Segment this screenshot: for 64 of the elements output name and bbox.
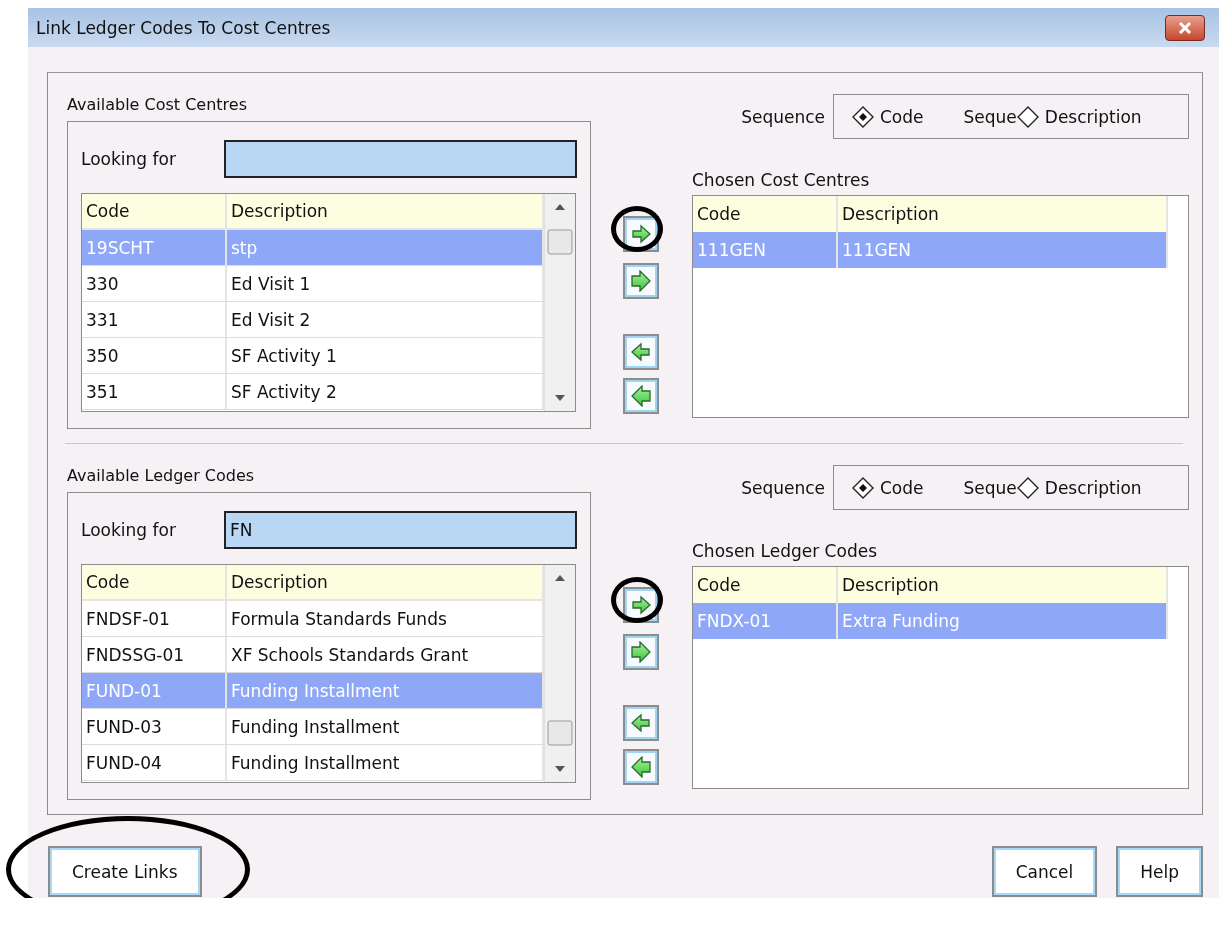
left-arrow-icon: [630, 341, 652, 363]
dialog-button[interactable]: Help: [1116, 846, 1203, 897]
right-arrow-icon: [630, 270, 652, 292]
dialog-button[interactable]: Cancel: [991, 846, 1098, 897]
sequence-label: Sequence: [741, 106, 825, 127]
radio-icon[interactable]: [1016, 105, 1039, 128]
table-row[interactable]: 351 SF Activity 2: [82, 374, 544, 410]
table-cell: 111GEN: [838, 232, 1168, 268]
radio-icon[interactable]: [852, 105, 874, 128]
column-header[interactable]: Code: [82, 565, 227, 599]
table-row[interactable]: 330 Ed Visit 1: [82, 266, 544, 302]
group-title: Chosen Cost Centres: [692, 170, 871, 190]
scrollbar[interactable]: [544, 565, 575, 782]
remove-button[interactable]: [623, 705, 659, 741]
left-arrow-icon: [630, 756, 652, 778]
group-title: Available Ledger Codes: [67, 466, 256, 486]
add-all-button[interactable]: [623, 634, 659, 670]
right-arrow-icon: [630, 641, 652, 663]
left-arrow-icon: [630, 385, 652, 407]
table-cell: FNDX-01: [693, 603, 838, 639]
radio-label: Seque: [963, 477, 1017, 498]
table-cell: FUND-01: [82, 673, 227, 708]
right-arrow-icon: [630, 223, 652, 245]
field-label: Looking for: [81, 520, 177, 540]
table-row[interactable]: 350 SF Activity 1: [82, 338, 544, 374]
table-cell: 330: [82, 266, 227, 301]
add-all-button[interactable]: [623, 263, 659, 299]
close-icon: [1178, 21, 1192, 34]
remove-button[interactable]: [623, 334, 659, 370]
table-row[interactable]: FNDSF-01 Formula Standards Funds: [82, 601, 544, 637]
scrollbar[interactable]: [544, 194, 575, 411]
table-row[interactable]: FUND-04 Funding Installment: [82, 745, 544, 781]
radio-option[interactable]: Description: [1016, 476, 1142, 499]
left-arrow-icon: [630, 712, 652, 734]
field-label: Looking for: [81, 149, 177, 169]
remove-all-button[interactable]: [623, 749, 659, 785]
radio-icon[interactable]: [1016, 476, 1039, 499]
table-cell: 351: [82, 374, 227, 409]
search-field[interactable]: [224, 140, 577, 178]
radio-label: Seque: [963, 106, 1017, 127]
radio-option[interactable]: Description: [1016, 105, 1142, 128]
radio-option[interactable]: Code: [852, 476, 924, 499]
group-title: Chosen Ledger Codes: [692, 541, 878, 561]
table-cell: 111GEN: [693, 232, 838, 268]
window-title: Link Ledger Codes To Cost Centres: [36, 17, 331, 38]
table-row[interactable]: 331 Ed Visit 2: [82, 302, 544, 338]
right-arrow-icon: [630, 594, 652, 616]
group-title: Available Cost Centres: [67, 95, 248, 115]
table-cell: FNDSF-01: [82, 601, 227, 636]
dialog-button[interactable]: Create Links: [48, 846, 202, 897]
table-cell: 350: [82, 338, 227, 373]
search-field[interactable]: FN: [224, 511, 577, 549]
table-cell: FUND-03: [82, 709, 227, 744]
radio-option[interactable]: Code: [852, 105, 924, 128]
table-cell: 331: [82, 302, 227, 337]
radio-icon[interactable]: [852, 476, 874, 499]
table-cell: Extra Funding: [838, 603, 1168, 639]
table-cell: 19SCHT: [82, 230, 227, 265]
column-header[interactable]: Code: [82, 194, 227, 228]
close-button[interactable]: [1165, 14, 1205, 41]
sequence-label: Sequence: [741, 477, 825, 498]
remove-all-button[interactable]: [623, 378, 659, 414]
table-row[interactable]: FUND-03 Funding Installment: [82, 709, 544, 745]
table-cell: FUND-04: [82, 745, 227, 780]
